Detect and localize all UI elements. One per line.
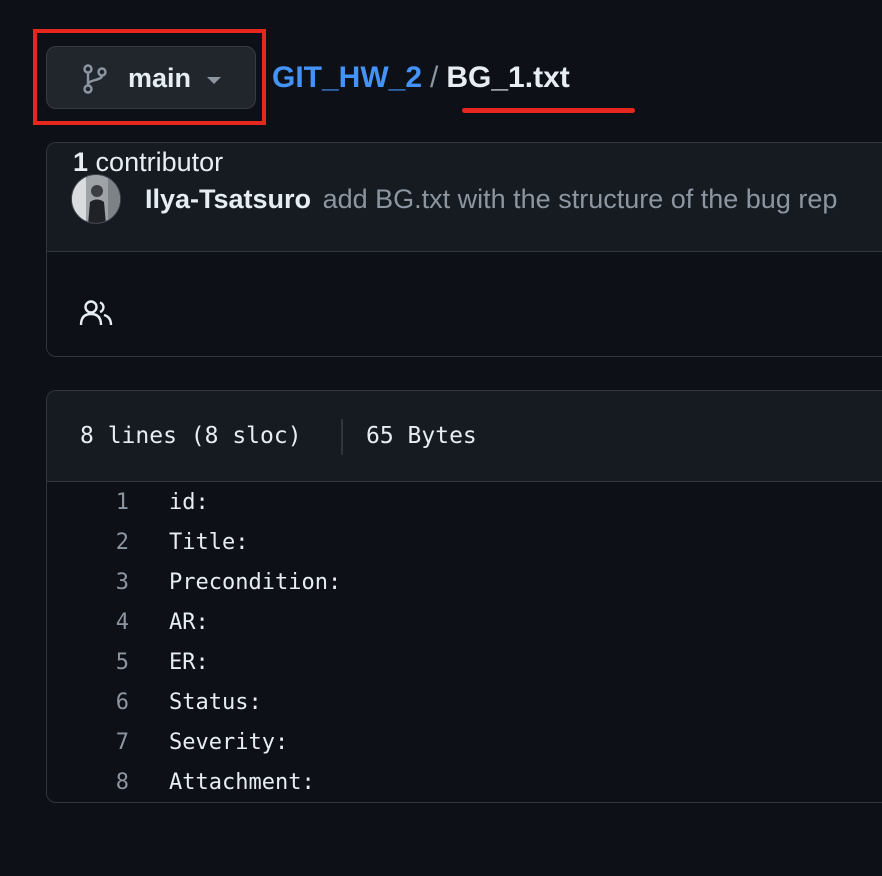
file-viewer: 8 lines (8 sloc) 65 Bytes 1 id: 2 Title:… (46, 390, 882, 803)
contributors-row[interactable] (47, 251, 882, 356)
avatar-image (72, 175, 120, 223)
file-header-divider (341, 419, 343, 455)
line-number[interactable]: 1 (47, 490, 129, 516)
line-number[interactable]: 4 (47, 610, 129, 636)
line-text: id: (169, 490, 209, 515)
breadcrumb-separator: / (430, 61, 439, 94)
git-branch-icon (83, 64, 107, 94)
line-text: Title: (169, 530, 249, 555)
breadcrumb-file-name: BG_1.txt (446, 61, 570, 94)
line-text: Precondition: (169, 570, 342, 595)
code-line: 8 Attachment: (47, 762, 882, 802)
branch-name: main (128, 63, 192, 93)
line-number[interactable]: 6 (47, 690, 129, 716)
line-text: AR: (169, 610, 209, 635)
contributors-text[interactable]: 1 contributor (73, 146, 223, 178)
file-line-count: 8 lines (8 sloc) (80, 423, 302, 449)
code-line: 1 id: (47, 482, 882, 522)
file-size: 65 Bytes (366, 423, 477, 449)
line-text: ER: (169, 650, 209, 675)
code-line: 4 AR: (47, 602, 882, 642)
contributor-label: contributor (95, 147, 224, 177)
line-text: Severity: (169, 730, 289, 755)
file-header: 8 lines (8 sloc) 65 Bytes (47, 391, 882, 482)
triangle-down-icon (207, 77, 221, 84)
avatar[interactable] (71, 174, 121, 224)
line-text: Attachment: (169, 770, 315, 795)
line-number[interactable]: 3 (47, 570, 129, 596)
people-icon (79, 300, 113, 326)
line-number[interactable]: 7 (47, 730, 129, 756)
line-number[interactable]: 5 (47, 650, 129, 676)
code-line: 3 Precondition: (47, 562, 882, 602)
contributor-count: 1 (73, 147, 89, 177)
commit-message-link[interactable]: add BG.txt with the structure of the bug… (323, 184, 838, 214)
branch-selector-button[interactable]: main (46, 46, 256, 109)
code-line: 5 ER: (47, 642, 882, 682)
file-name-underline (462, 108, 635, 113)
line-number[interactable]: 8 (47, 770, 129, 796)
breadcrumb: GIT_HW_2/BG_1.txt (272, 60, 570, 96)
code-line: 7 Severity: (47, 722, 882, 762)
line-number[interactable]: 2 (47, 530, 129, 556)
commit-author-link[interactable]: Ilya-Tsatsuro (145, 184, 311, 214)
code-block: 1 id: 2 Title: 3 Precondition: 4 AR: 5 E… (47, 482, 882, 802)
code-line: 2 Title: (47, 522, 882, 562)
line-text: Status: (169, 690, 262, 715)
commit-text: Ilya-Tsatsuro add BG.txt with the struct… (145, 183, 837, 215)
breadcrumb-repo-link[interactable]: GIT_HW_2 (272, 61, 422, 94)
code-line: 6 Status: (47, 682, 882, 722)
